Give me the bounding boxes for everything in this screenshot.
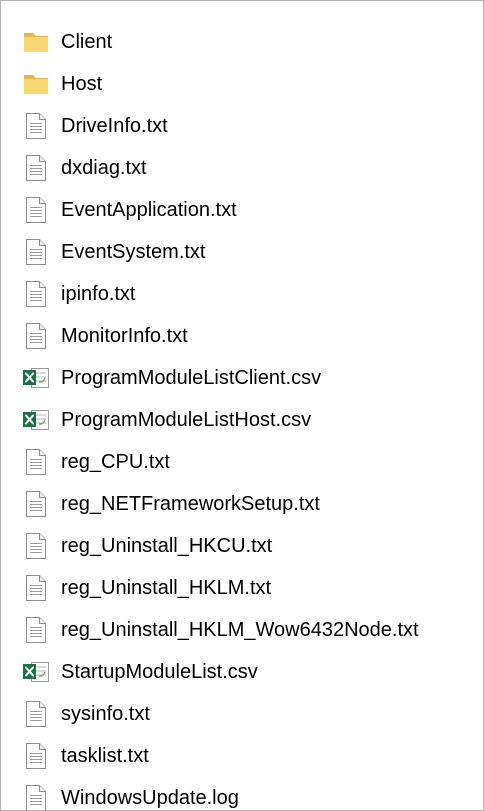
- file-name-label: ProgramModuleListClient.csv: [61, 366, 322, 389]
- text-file-icon: [21, 615, 51, 645]
- file-name-label: ipinfo.txt: [61, 282, 136, 305]
- file-name-label: reg_Uninstall_HKLM.txt: [61, 576, 272, 599]
- file-item-sysinfo[interactable]: sysinfo.txt: [1, 693, 483, 735]
- file-list: Client Host DriveInfo.txt dxdiag.txt Eve…: [1, 21, 483, 810]
- file-item-reg-cpu[interactable]: reg_CPU.txt: [1, 441, 483, 483]
- text-file-icon: [21, 573, 51, 603]
- file-list-pane: Client Host DriveInfo.txt dxdiag.txt Eve…: [0, 0, 484, 811]
- excel-csv-icon: [21, 405, 51, 435]
- file-item-client[interactable]: Client: [1, 21, 483, 63]
- text-file-icon: [21, 699, 51, 729]
- file-name-label: Client: [61, 30, 113, 53]
- file-item-startup-module-list[interactable]: StartupModuleList.csv: [1, 651, 483, 693]
- text-file-icon: [21, 153, 51, 183]
- text-file-icon: [21, 489, 51, 519]
- file-item-event-system[interactable]: EventSystem.txt: [1, 231, 483, 273]
- file-item-host[interactable]: Host: [1, 63, 483, 105]
- text-file-icon: [21, 447, 51, 477]
- text-file-icon: [21, 783, 51, 810]
- file-name-label: StartupModuleList.csv: [61, 660, 258, 683]
- file-name-label: EventApplication.txt: [61, 198, 237, 221]
- text-file-icon: [21, 741, 51, 771]
- text-file-icon: [21, 111, 51, 141]
- excel-csv-icon: [21, 657, 51, 687]
- file-name-label: reg_CPU.txt: [61, 450, 170, 473]
- file-item-tasklist[interactable]: tasklist.txt: [1, 735, 483, 777]
- excel-csv-icon: [21, 363, 51, 393]
- file-item-monitor-info[interactable]: MonitorInfo.txt: [1, 315, 483, 357]
- file-item-reg-netframework-setup[interactable]: reg_NETFrameworkSetup.txt: [1, 483, 483, 525]
- folder-icon: [21, 27, 51, 57]
- file-item-reg-uninstall-hklm[interactable]: reg_Uninstall_HKLM.txt: [1, 567, 483, 609]
- file-name-label: tasklist.txt: [61, 744, 149, 767]
- folder-icon: [21, 69, 51, 99]
- file-name-label: sysinfo.txt: [61, 702, 150, 725]
- file-item-program-module-list-client[interactable]: ProgramModuleListClient.csv: [1, 357, 483, 399]
- file-name-label: ProgramModuleListHost.csv: [61, 408, 312, 431]
- file-name-label: DriveInfo.txt: [61, 114, 168, 137]
- text-file-icon: [21, 531, 51, 561]
- text-file-icon: [21, 195, 51, 225]
- file-name-label: reg_Uninstall_HKLM_Wow6432Node.txt: [61, 618, 419, 641]
- file-item-ipinfo[interactable]: ipinfo.txt: [1, 273, 483, 315]
- file-item-windows-update[interactable]: WindowsUpdate.log: [1, 777, 483, 810]
- file-name-label: MonitorInfo.txt: [61, 324, 188, 347]
- file-item-program-module-list-host[interactable]: ProgramModuleListHost.csv: [1, 399, 483, 441]
- file-name-label: reg_Uninstall_HKCU.txt: [61, 534, 273, 557]
- file-name-label: dxdiag.txt: [61, 156, 147, 179]
- file-item-reg-uninstall-hklm-wow6432-node[interactable]: reg_Uninstall_HKLM_Wow6432Node.txt: [1, 609, 483, 651]
- file-name-label: reg_NETFrameworkSetup.txt: [61, 492, 320, 515]
- text-file-icon: [21, 237, 51, 267]
- file-item-reg-uninstall-hkcu[interactable]: reg_Uninstall_HKCU.txt: [1, 525, 483, 567]
- text-file-icon: [21, 321, 51, 351]
- text-file-icon: [21, 279, 51, 309]
- file-name-label: EventSystem.txt: [61, 240, 206, 263]
- file-name-label: Host: [61, 72, 103, 95]
- file-item-drive-info[interactable]: DriveInfo.txt: [1, 105, 483, 147]
- file-item-event-application[interactable]: EventApplication.txt: [1, 189, 483, 231]
- file-name-label: WindowsUpdate.log: [61, 786, 239, 809]
- file-item-dxdiag[interactable]: dxdiag.txt: [1, 147, 483, 189]
